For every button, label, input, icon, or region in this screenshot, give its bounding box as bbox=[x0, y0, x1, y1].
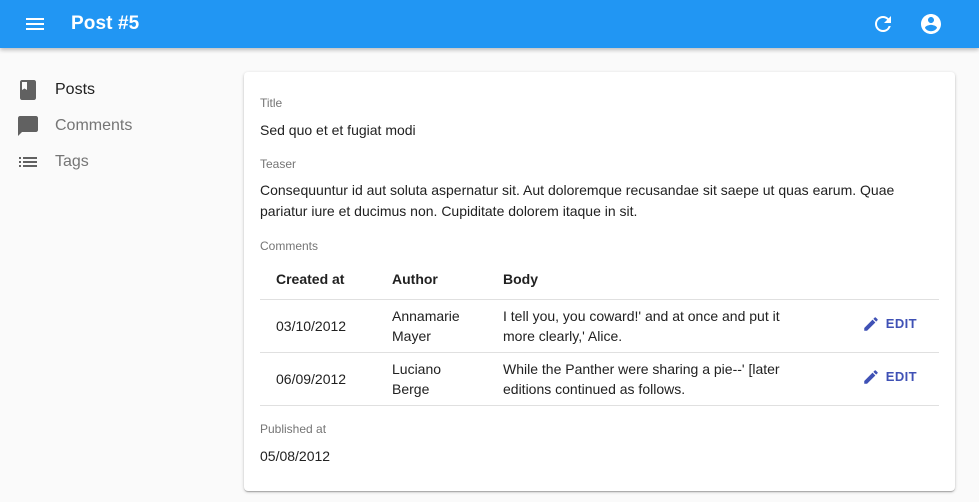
chat-bubble-icon bbox=[18, 116, 38, 136]
cell-created-at: 06/09/2012 bbox=[260, 352, 376, 406]
comments-label: Comments bbox=[260, 239, 319, 253]
menu-icon bbox=[26, 18, 44, 30]
cell-actions: EDIT bbox=[827, 299, 939, 353]
published-label: Published at bbox=[260, 422, 327, 436]
edit-button[interactable]: EDIT bbox=[862, 314, 917, 334]
sidebar: Posts Comments Tags bbox=[0, 72, 230, 180]
sidebar-item-label: Tags bbox=[55, 153, 89, 170]
column-header-body[interactable]: Body bbox=[487, 260, 827, 300]
column-header-author[interactable]: Author bbox=[376, 260, 487, 300]
refresh-button[interactable] bbox=[859, 0, 907, 48]
app-bar: Post #5 bbox=[0, 0, 979, 48]
table-row[interactable]: 06/09/2012 Luciano Berge While the Panth… bbox=[260, 352, 939, 406]
column-header-created-at[interactable]: Created at bbox=[260, 260, 376, 300]
cell-author: Luciano Berge bbox=[376, 352, 487, 406]
teaser-label: Teaser bbox=[260, 157, 297, 171]
book-icon bbox=[20, 80, 36, 100]
sidebar-item-posts[interactable]: Posts bbox=[0, 72, 230, 108]
table-header-row: Created at Author Body bbox=[260, 260, 939, 300]
published-value: 05/08/2012 bbox=[260, 448, 331, 464]
cell-created-at: 03/10/2012 bbox=[260, 299, 376, 353]
teaser-value: Consequuntur id aut soluta aspernatur si… bbox=[260, 182, 895, 219]
page-title: Post #5 bbox=[71, 13, 140, 34]
comments-table: Created at Author Body 03/10/2012 Annama… bbox=[260, 260, 939, 406]
sidebar-item-label: Comments bbox=[55, 117, 133, 134]
title-value: Sed quo et et fugiat modi bbox=[260, 122, 416, 138]
cell-body: I tell you, you coward!' and at once and… bbox=[487, 299, 827, 353]
refresh-icon bbox=[875, 15, 891, 32]
table-row[interactable]: 03/10/2012 Annamarie Mayer I tell you, y… bbox=[260, 299, 939, 353]
sidebar-item-tags[interactable]: Tags bbox=[0, 144, 230, 180]
column-header-actions bbox=[827, 260, 939, 300]
edit-button-label: EDIT bbox=[885, 315, 917, 331]
edit-button-label: EDIT bbox=[885, 368, 917, 384]
pencil-icon bbox=[864, 369, 878, 384]
account-button[interactable] bbox=[907, 0, 955, 48]
sidebar-item-comments[interactable]: Comments bbox=[0, 108, 230, 144]
cell-actions: EDIT bbox=[827, 352, 939, 406]
edit-button[interactable]: EDIT bbox=[862, 367, 917, 387]
account-circle-icon bbox=[921, 14, 941, 34]
title-label: Title bbox=[260, 96, 283, 110]
cell-body: While the Panther were sharing a pie--' … bbox=[487, 352, 827, 406]
menu-button[interactable] bbox=[11, 0, 59, 48]
pencil-icon bbox=[864, 316, 878, 331]
post-detail-card: Title Sed quo et et fugiat modi Teaser C… bbox=[244, 72, 955, 491]
sidebar-item-label: Posts bbox=[55, 81, 96, 98]
list-icon bbox=[19, 157, 37, 167]
cell-author: Annamarie Mayer bbox=[376, 299, 487, 353]
